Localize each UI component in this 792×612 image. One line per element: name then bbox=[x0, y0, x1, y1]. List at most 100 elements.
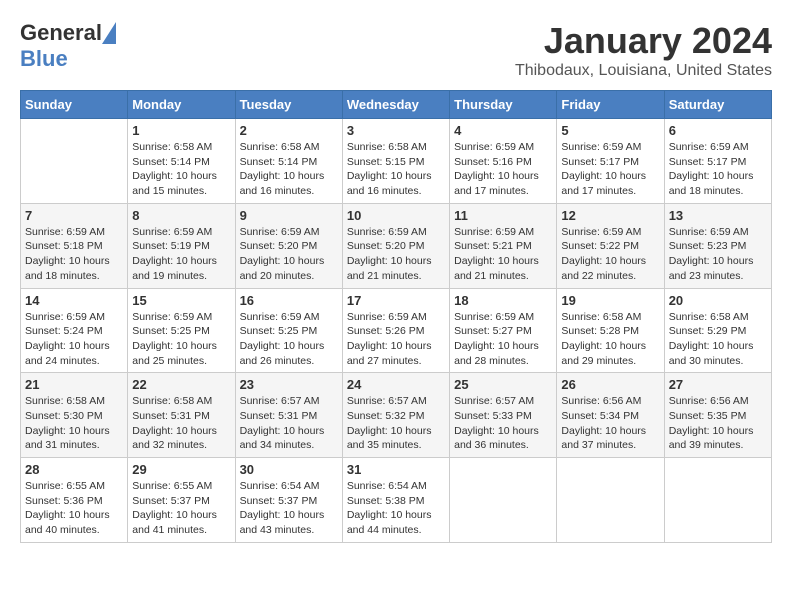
day-number: 19 bbox=[561, 293, 659, 308]
col-header-monday: Monday bbox=[128, 91, 235, 119]
day-info: Sunrise: 6:55 AMSunset: 5:36 PMDaylight:… bbox=[25, 479, 123, 538]
calendar-cell bbox=[557, 458, 664, 543]
day-number: 22 bbox=[132, 377, 230, 392]
calendar-cell: 10 Sunrise: 6:59 AMSunset: 5:20 PMDayligh… bbox=[342, 203, 449, 288]
col-header-thursday: Thursday bbox=[450, 91, 557, 119]
calendar-cell: 27 Sunrise: 6:56 AMSunset: 5:35 PMDayligh… bbox=[664, 373, 771, 458]
day-number: 18 bbox=[454, 293, 552, 308]
day-info: Sunrise: 6:54 AMSunset: 5:37 PMDaylight:… bbox=[240, 479, 338, 538]
day-number: 25 bbox=[454, 377, 552, 392]
calendar-cell: 16Sunrise: 6:59 AMSunset: 5:25 PMDayligh… bbox=[235, 288, 342, 373]
calendar-cell: 2 Sunrise: 6:58 AMSunset: 5:14 PMDaylight… bbox=[235, 119, 342, 204]
day-info: Sunrise: 6:59 AMSunset: 5:24 PMDaylight:… bbox=[25, 310, 123, 369]
day-number: 8 bbox=[132, 208, 230, 223]
day-info: Sunrise: 6:58 AMSunset: 5:15 PMDaylight:… bbox=[347, 140, 445, 199]
logo-general-text: General bbox=[20, 20, 102, 46]
day-info: Sunrise: 6:58 AMSunset: 5:28 PMDaylight:… bbox=[561, 310, 659, 369]
calendar-cell: 23Sunrise: 6:57 AMSunset: 5:31 PMDayligh… bbox=[235, 373, 342, 458]
day-number: 6 bbox=[669, 123, 767, 138]
col-header-wednesday: Wednesday bbox=[342, 91, 449, 119]
calendar-cell bbox=[664, 458, 771, 543]
logo: General Blue bbox=[20, 20, 116, 72]
month-title: January 2024 bbox=[515, 20, 772, 62]
day-number: 12 bbox=[561, 208, 659, 223]
calendar-cell: 9 Sunrise: 6:59 AMSunset: 5:20 PMDaylight… bbox=[235, 203, 342, 288]
day-number: 23 bbox=[240, 377, 338, 392]
col-header-sunday: Sunday bbox=[21, 91, 128, 119]
calendar-cell: 3 Sunrise: 6:58 AMSunset: 5:15 PMDaylight… bbox=[342, 119, 449, 204]
title-section: January 2024 Thibodaux, Louisiana, Unite… bbox=[515, 20, 772, 80]
calendar-cell: 26 Sunrise: 6:56 AMSunset: 5:34 PMDayligh… bbox=[557, 373, 664, 458]
calendar-cell: 8Sunrise: 6:59 AMSunset: 5:19 PMDaylight… bbox=[128, 203, 235, 288]
logo-blue-text: Blue bbox=[20, 46, 68, 71]
location-title: Thibodaux, Louisiana, United States bbox=[515, 62, 772, 80]
day-info: Sunrise: 6:59 AMSunset: 5:20 PMDaylight:… bbox=[347, 225, 445, 284]
day-number: 31 bbox=[347, 462, 445, 477]
day-number: 1 bbox=[132, 123, 230, 138]
calendar-table: SundayMondayTuesdayWednesdayThursdayFrid… bbox=[20, 90, 772, 543]
calendar-cell: 20Sunrise: 6:58 AMSunset: 5:29 PMDayligh… bbox=[664, 288, 771, 373]
day-number: 16 bbox=[240, 293, 338, 308]
calendar-cell: 17 Sunrise: 6:59 AMSunset: 5:26 PMDayligh… bbox=[342, 288, 449, 373]
calendar-cell: 1 Sunrise: 6:58 AMSunset: 5:14 PMDaylight… bbox=[128, 119, 235, 204]
calendar-cell: 18 Sunrise: 6:59 AMSunset: 5:27 PMDayligh… bbox=[450, 288, 557, 373]
day-info: Sunrise: 6:59 AMSunset: 5:25 PMDaylight:… bbox=[132, 310, 230, 369]
calendar-cell: 14 Sunrise: 6:59 AMSunset: 5:24 PMDayligh… bbox=[21, 288, 128, 373]
day-number: 4 bbox=[454, 123, 552, 138]
day-number: 17 bbox=[347, 293, 445, 308]
day-info: Sunrise: 6:59 AMSunset: 5:17 PMDaylight:… bbox=[561, 140, 659, 199]
day-number: 27 bbox=[669, 377, 767, 392]
day-number: 9 bbox=[240, 208, 338, 223]
day-number: 13 bbox=[669, 208, 767, 223]
day-info: Sunrise: 6:56 AMSunset: 5:35 PMDaylight:… bbox=[669, 394, 767, 453]
day-number: 26 bbox=[561, 377, 659, 392]
day-info: Sunrise: 6:59 AMSunset: 5:16 PMDaylight:… bbox=[454, 140, 552, 199]
calendar-week-row: 21 Sunrise: 6:58 AMSunset: 5:30 PMDayligh… bbox=[21, 373, 772, 458]
day-number: 29 bbox=[132, 462, 230, 477]
calendar-week-row: 28Sunrise: 6:55 AMSunset: 5:36 PMDayligh… bbox=[21, 458, 772, 543]
calendar-header-row: SundayMondayTuesdayWednesdayThursdayFrid… bbox=[21, 91, 772, 119]
calendar-cell: 13Sunrise: 6:59 AMSunset: 5:23 PMDayligh… bbox=[664, 203, 771, 288]
calendar-cell: 31 Sunrise: 6:54 AMSunset: 5:38 PMDayligh… bbox=[342, 458, 449, 543]
day-info: Sunrise: 6:57 AMSunset: 5:33 PMDaylight:… bbox=[454, 394, 552, 453]
day-info: Sunrise: 6:59 AMSunset: 5:26 PMDaylight:… bbox=[347, 310, 445, 369]
calendar-cell: 11 Sunrise: 6:59 AMSunset: 5:21 PMDayligh… bbox=[450, 203, 557, 288]
day-number: 30 bbox=[240, 462, 338, 477]
calendar-cell: 22 Sunrise: 6:58 AMSunset: 5:31 PMDayligh… bbox=[128, 373, 235, 458]
calendar-week-row: 7Sunrise: 6:59 AMSunset: 5:18 PMDaylight… bbox=[21, 203, 772, 288]
day-info: Sunrise: 6:59 AMSunset: 5:18 PMDaylight:… bbox=[25, 225, 123, 284]
day-info: Sunrise: 6:58 AMSunset: 5:30 PMDaylight:… bbox=[25, 394, 123, 453]
day-info: Sunrise: 6:55 AMSunset: 5:37 PMDaylight:… bbox=[132, 479, 230, 538]
day-number: 2 bbox=[240, 123, 338, 138]
day-info: Sunrise: 6:58 AMSunset: 5:14 PMDaylight:… bbox=[132, 140, 230, 199]
calendar-cell: 21 Sunrise: 6:58 AMSunset: 5:30 PMDayligh… bbox=[21, 373, 128, 458]
col-header-friday: Friday bbox=[557, 91, 664, 119]
day-number: 14 bbox=[25, 293, 123, 308]
day-info: Sunrise: 6:59 AMSunset: 5:22 PMDaylight:… bbox=[561, 225, 659, 284]
day-info: Sunrise: 6:56 AMSunset: 5:34 PMDaylight:… bbox=[561, 394, 659, 453]
day-number: 21 bbox=[25, 377, 123, 392]
day-info: Sunrise: 6:59 AMSunset: 5:20 PMDaylight:… bbox=[240, 225, 338, 284]
calendar-cell bbox=[21, 119, 128, 204]
day-number: 5 bbox=[561, 123, 659, 138]
day-number: 15 bbox=[132, 293, 230, 308]
day-info: Sunrise: 6:59 AMSunset: 5:17 PMDaylight:… bbox=[669, 140, 767, 199]
day-info: Sunrise: 6:58 AMSunset: 5:14 PMDaylight:… bbox=[240, 140, 338, 199]
day-info: Sunrise: 6:54 AMSunset: 5:38 PMDaylight:… bbox=[347, 479, 445, 538]
calendar-cell: 5 Sunrise: 6:59 AMSunset: 5:17 PMDaylight… bbox=[557, 119, 664, 204]
calendar-cell bbox=[450, 458, 557, 543]
calendar-cell: 19 Sunrise: 6:58 AMSunset: 5:28 PMDayligh… bbox=[557, 288, 664, 373]
day-info: Sunrise: 6:57 AMSunset: 5:32 PMDaylight:… bbox=[347, 394, 445, 453]
day-info: Sunrise: 6:59 AMSunset: 5:27 PMDaylight:… bbox=[454, 310, 552, 369]
day-number: 11 bbox=[454, 208, 552, 223]
calendar-cell: 24Sunrise: 6:57 AMSunset: 5:32 PMDayligh… bbox=[342, 373, 449, 458]
calendar-cell: 25 Sunrise: 6:57 AMSunset: 5:33 PMDayligh… bbox=[450, 373, 557, 458]
calendar-cell: 15 Sunrise: 6:59 AMSunset: 5:25 PMDayligh… bbox=[128, 288, 235, 373]
day-number: 20 bbox=[669, 293, 767, 308]
day-info: Sunrise: 6:58 AMSunset: 5:31 PMDaylight:… bbox=[132, 394, 230, 453]
day-info: Sunrise: 6:59 AMSunset: 5:21 PMDaylight:… bbox=[454, 225, 552, 284]
calendar-cell: 29 Sunrise: 6:55 AMSunset: 5:37 PMDayligh… bbox=[128, 458, 235, 543]
day-number: 10 bbox=[347, 208, 445, 223]
col-header-tuesday: Tuesday bbox=[235, 91, 342, 119]
day-number: 3 bbox=[347, 123, 445, 138]
